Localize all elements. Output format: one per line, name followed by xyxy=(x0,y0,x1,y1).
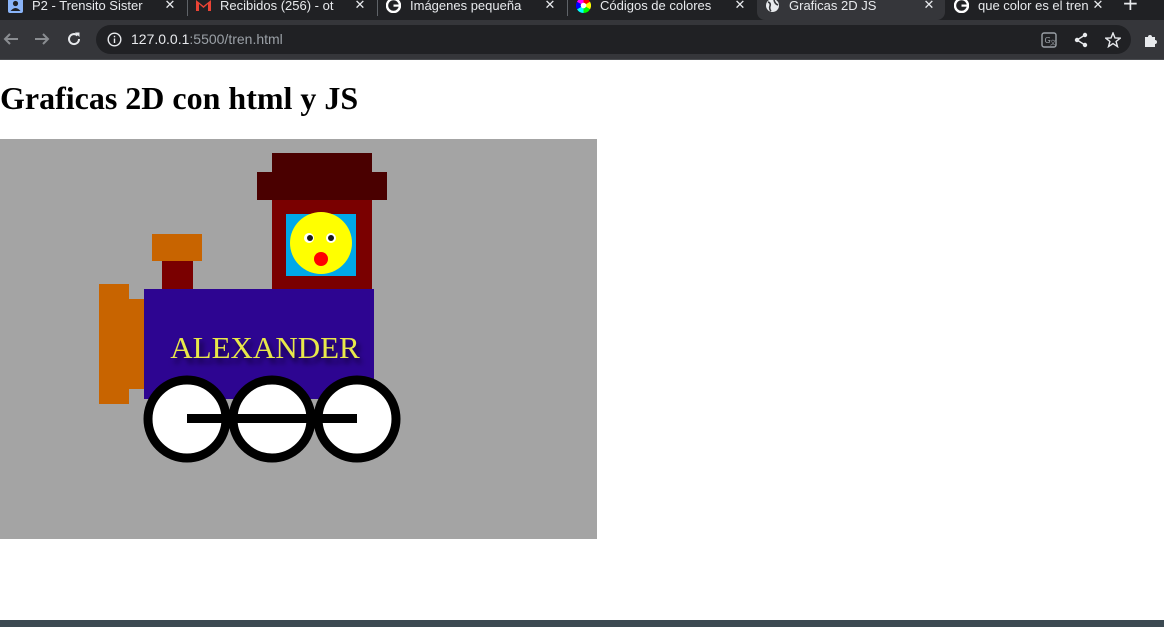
extensions-icon[interactable] xyxy=(1142,31,1160,49)
driver-nose xyxy=(314,252,328,266)
address-bar[interactable]: 127.0.0.1:5500/tren.html G文 xyxy=(96,25,1131,54)
tab-graficas-2d[interactable]: Graficas 2D JS ✕ xyxy=(757,0,945,20)
tab-que-color[interactable]: que color es el tren ✕ xyxy=(946,0,1114,20)
train-drawing: ALEXANDER xyxy=(99,153,401,463)
url-text: 127.0.0.1:5500/tren.html xyxy=(131,31,283,47)
browser-toolbar: 127.0.0.1:5500/tren.html G文 xyxy=(0,20,1164,59)
tab-imagenes[interactable]: Imágenes pequeña ✕ xyxy=(378,0,566,20)
left-pupil xyxy=(307,235,313,241)
color-wheel-icon xyxy=(576,0,591,13)
tab-p2-trensito[interactable]: P2 - Trensito Sister ✕ xyxy=(0,0,186,20)
tab-title: que color es el tren xyxy=(978,0,1089,13)
toolbar-divider xyxy=(0,59,1164,60)
back-button[interactable] xyxy=(0,28,22,50)
close-icon[interactable]: ✕ xyxy=(1091,0,1105,13)
close-icon[interactable]: ✕ xyxy=(922,0,936,13)
translate-icon[interactable]: G文 xyxy=(1040,31,1058,49)
share-icon[interactable] xyxy=(1072,31,1090,49)
tab-title: Recibidos (256) - ot xyxy=(220,0,334,13)
front-bumper xyxy=(99,284,129,404)
bookmark-star-icon[interactable] xyxy=(1104,31,1122,49)
wheel-axle-bar xyxy=(187,414,357,423)
tab-title: P2 - Trensito Sister xyxy=(32,0,143,13)
tab-gmail[interactable]: Recibidos (256) - ot ✕ xyxy=(188,0,376,20)
close-icon[interactable]: ✕ xyxy=(163,0,177,13)
google-icon xyxy=(386,0,401,13)
page-heading: Graficas 2D con html y JS xyxy=(0,80,359,116)
bottom-bar xyxy=(0,620,1164,627)
chimney-cap xyxy=(152,234,202,261)
arrow-right-icon xyxy=(35,33,50,45)
new-tab-button[interactable]: + xyxy=(1114,0,1164,20)
info-icon[interactable] xyxy=(107,32,122,51)
train-name-text: ALEXANDER xyxy=(170,330,360,365)
tab-title: Graficas 2D JS xyxy=(789,0,877,13)
url-path: :5500/tren.html xyxy=(189,31,283,47)
front-bumper-step xyxy=(128,299,146,389)
train-canvas: ALEXANDER xyxy=(0,139,597,539)
tab-codigos-colores[interactable]: Códigos de colores ✕ xyxy=(568,0,756,20)
right-pupil xyxy=(328,235,334,241)
forward-button[interactable] xyxy=(31,28,53,50)
train-roof-brim xyxy=(257,172,387,200)
train-roof-top xyxy=(272,153,372,173)
tab-title: Códigos de colores xyxy=(600,0,712,13)
arrow-left-icon xyxy=(3,33,18,45)
svg-text:文: 文 xyxy=(1050,39,1056,47)
chimney-pipe xyxy=(162,261,193,289)
user-icon xyxy=(8,0,23,13)
globe-icon xyxy=(765,0,780,13)
close-icon[interactable]: ✕ xyxy=(543,0,557,13)
url-host: 127.0.0.1 xyxy=(131,31,190,47)
gmail-icon xyxy=(196,0,211,13)
reload-icon xyxy=(68,32,81,46)
tab-strip: P2 - Trensito Sister ✕ Recibidos (256) -… xyxy=(0,0,1164,20)
close-icon[interactable]: ✕ xyxy=(733,0,747,13)
reload-button[interactable] xyxy=(63,28,85,50)
close-icon[interactable]: ✕ xyxy=(353,0,367,13)
google-icon xyxy=(954,0,969,13)
tab-title: Imágenes pequeña xyxy=(410,0,522,13)
